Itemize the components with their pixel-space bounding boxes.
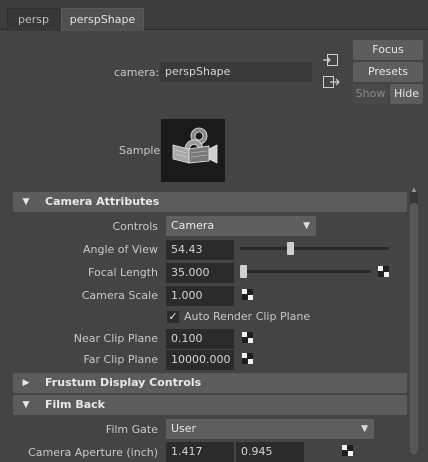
far-clip-plane-field[interactable]: 10000.000 — [166, 350, 234, 370]
near-clip-plane-field[interactable]: 0.100 — [166, 329, 234, 349]
camera-icon — [161, 119, 225, 182]
far-clip-map-button-icon[interactable] — [242, 353, 253, 364]
camera-sample-swatch — [161, 119, 225, 182]
focal-length-slider-handle[interactable] — [240, 265, 247, 278]
chevron-down-icon: ▼ — [303, 221, 310, 231]
show-button[interactable]: Show — [353, 84, 388, 104]
section-title: Frustum Display Controls — [45, 376, 202, 389]
focal-length-label: Focal Length — [88, 266, 158, 279]
near-clip-plane-label: Near Clip Plane — [73, 332, 158, 345]
camera-aperture-height-field[interactable]: 0.945 — [236, 442, 304, 462]
chevron-down-icon: ▼ — [361, 424, 368, 434]
controls-label: Controls — [112, 220, 159, 233]
output-connection-icon[interactable] — [322, 74, 340, 90]
input-connection-icon[interactable] — [322, 52, 340, 68]
near-clip-map-button-icon[interactable] — [242, 332, 253, 343]
checkmark-icon: ✓ — [168, 310, 178, 323]
controls-value: Camera — [171, 219, 215, 232]
film-gate-dropdown[interactable]: User ▼ — [166, 419, 374, 439]
controls-dropdown[interactable]: Camera ▼ — [166, 216, 316, 236]
camera-label: camera: — [114, 66, 160, 79]
auto-render-clip-checkbox[interactable]: ✓ — [167, 311, 179, 323]
film-gate-value: User — [171, 422, 197, 435]
angle-of-view-slider-handle[interactable] — [286, 242, 294, 255]
hide-button[interactable]: Hide — [390, 84, 423, 104]
camera-aperture-width-field[interactable]: 1.417 — [166, 442, 234, 462]
camera-aperture-map-button-icon[interactable] — [342, 445, 353, 456]
section-film-back[interactable]: ▼ Film Back — [13, 395, 407, 415]
auto-render-clip-label: Auto Render Clip Plane — [184, 310, 311, 323]
film-gate-label: Film Gate — [105, 423, 158, 436]
far-clip-plane-label: Far Clip Plane — [83, 353, 158, 366]
scrollbar-thumb[interactable] — [410, 203, 418, 454]
section-title: Film Back — [45, 398, 105, 411]
section-camera-attributes[interactable]: ▼ Camera Attributes — [13, 192, 407, 212]
section-frustum-display-controls[interactable]: ▶ Frustum Display Controls — [13, 373, 407, 393]
tab-persp[interactable]: persp — [7, 8, 60, 31]
focal-length-map-button-icon[interactable] — [378, 266, 389, 277]
tab-perspShape[interactable]: perspShape — [61, 8, 144, 31]
camera-scale-field[interactable]: 1.000 — [166, 286, 234, 306]
camera-scale-map-button-icon[interactable] — [242, 289, 253, 300]
focal-length-slider[interactable] — [240, 270, 371, 273]
camera-scale-label: Camera Scale — [81, 289, 158, 302]
angle-of-view-slider[interactable] — [240, 247, 389, 250]
camera-aperture-label: Camera Aperture (inch) — [28, 446, 158, 459]
focus-button[interactable]: Focus — [353, 40, 423, 60]
angle-of-view-label: Angle of View — [82, 243, 158, 256]
expand-down-icon: ▼ — [22, 400, 30, 410]
section-title: Camera Attributes — [45, 195, 160, 208]
expand-down-icon: ▼ — [22, 197, 30, 207]
presets-button[interactable]: Presets — [353, 62, 423, 82]
sample-label: Sample — [119, 144, 161, 157]
angle-of-view-field[interactable]: 54.43 — [166, 240, 234, 260]
camera-name-field[interactable]: perspShape — [160, 62, 312, 82]
focal-length-field[interactable]: 35.000 — [166, 263, 234, 283]
expand-right-icon: ▶ — [22, 378, 30, 388]
